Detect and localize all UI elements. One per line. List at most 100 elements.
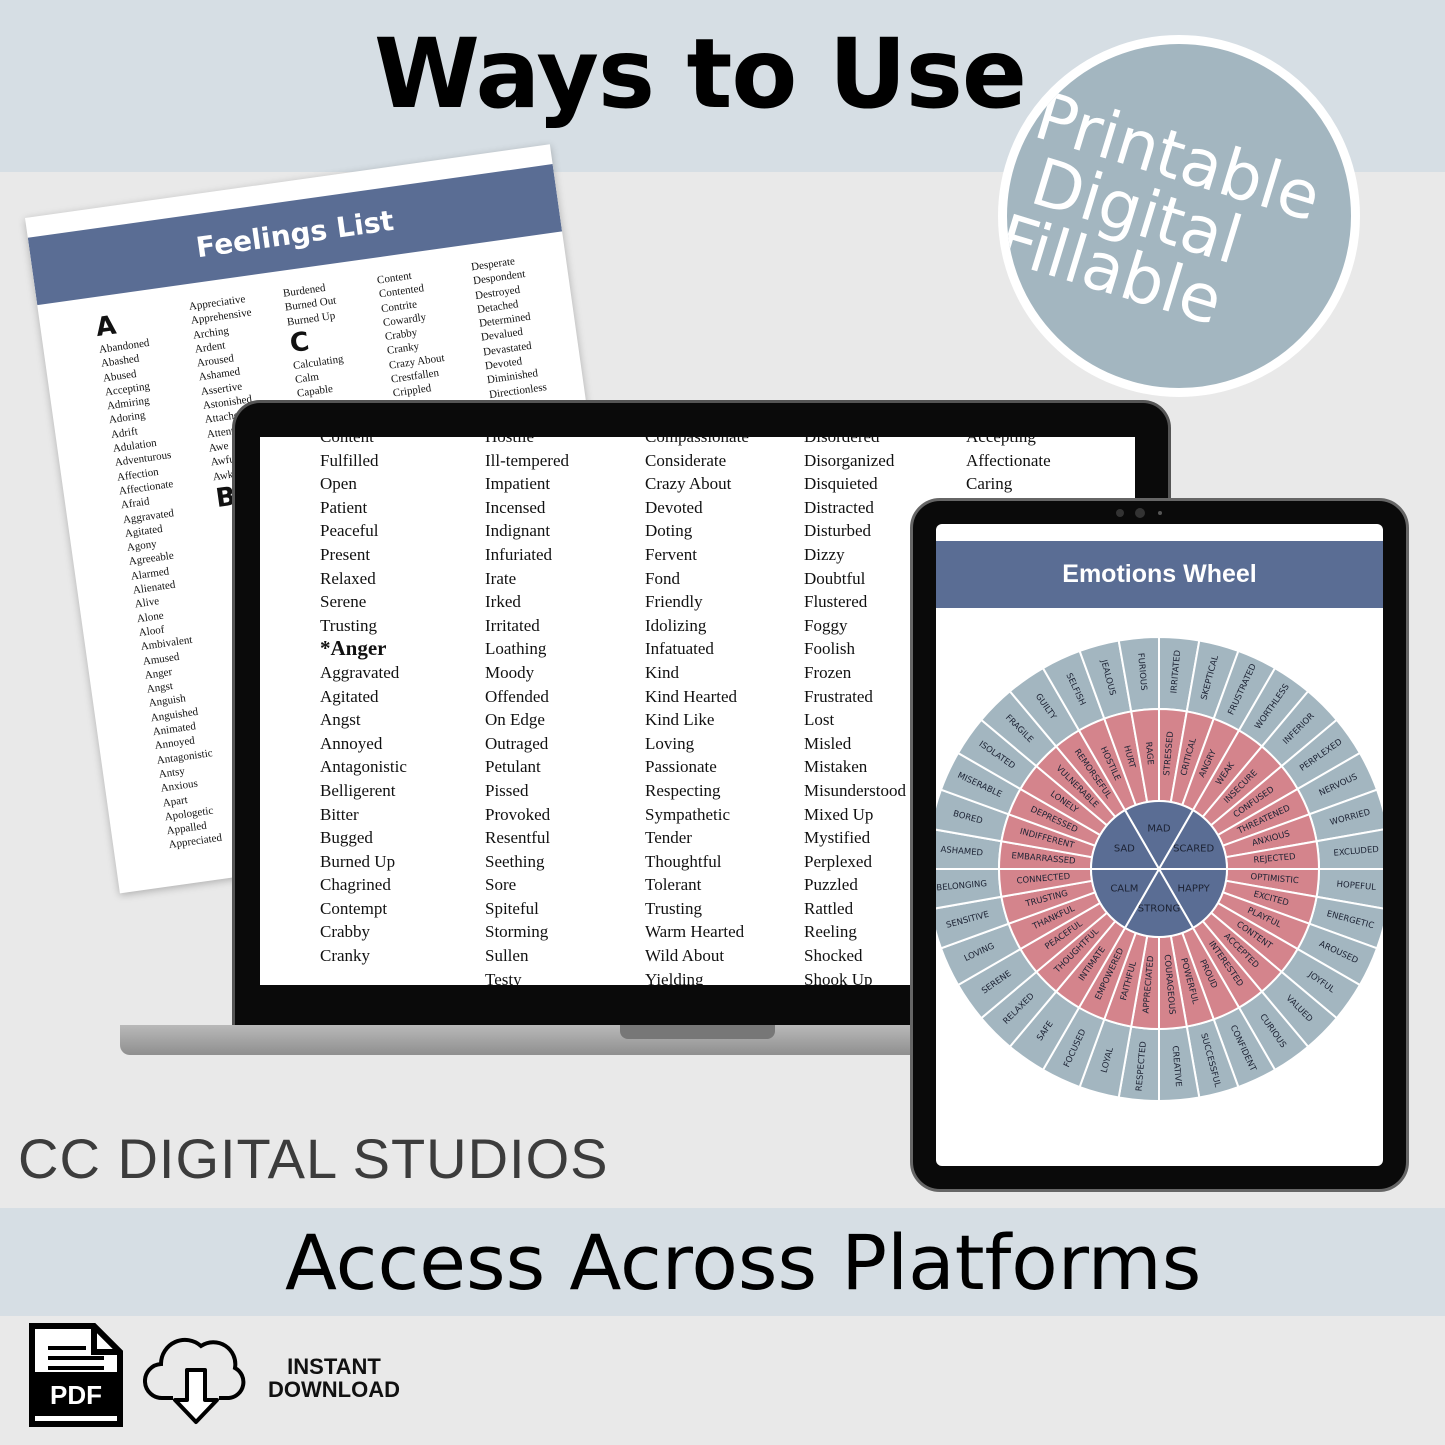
core-emotion-label: SCARED (1173, 844, 1214, 855)
feeling-word: Sore (485, 875, 517, 895)
feeling-word: Resentful (485, 828, 551, 848)
feeling-word: On Edge (485, 710, 545, 730)
feeling-word: Passionate (645, 757, 717, 777)
feeling-word: Irate (485, 568, 517, 588)
feeling-word: Fond (645, 568, 680, 588)
feeling-word: Crazy About (645, 474, 732, 494)
feeling-word: Trusting (320, 615, 378, 635)
feelings-column: ContentFulfilled Open Patient Peaceful Prese… (320, 437, 407, 968)
feeling-word: Seething (485, 851, 545, 871)
feelings-column: CompassionateConsiderate Crazy About Devot… (645, 437, 749, 985)
feeling-word: Infuriated (485, 544, 553, 564)
feeling-word: Sympathetic (645, 804, 730, 824)
feeling-word: Frustrated (804, 686, 873, 706)
feeling-word: Trusting (645, 898, 703, 918)
sensor-dot (1158, 511, 1162, 515)
feeling-word: Incensed (485, 497, 546, 517)
feeling-word: Hostile (485, 437, 569, 449)
feeling-word: Ill-tempered (485, 450, 570, 470)
feeling-word: Friendly (645, 592, 703, 612)
feeling-word: Spiteful (485, 898, 539, 918)
feeling-word: Infatuated (645, 639, 714, 659)
feeling-word: Kind (645, 662, 679, 682)
feeling-word: Patient (320, 497, 368, 517)
feeling-word: Angst (320, 710, 361, 730)
feeling-word: Irritated (485, 615, 540, 635)
laptop-base (120, 1025, 1020, 1055)
download-line: DOWNLOAD (268, 1377, 400, 1402)
feeling-word: Outraged (485, 733, 549, 753)
feeling-word: Annoyed (320, 733, 383, 753)
feeling-word: Pissed (485, 780, 529, 800)
feeling-word: Misunderstood (804, 780, 906, 800)
feeling-word: Impatient (485, 474, 551, 494)
feeling-word: Foggy (804, 615, 848, 635)
feeling-word: Offended (485, 686, 549, 706)
feeling-word: Bugged (320, 828, 373, 848)
feeling-word: Misled (804, 733, 852, 753)
brand-name: CC DIGITAL STUDIOS (18, 1127, 609, 1190)
feeling-word: Foolish (804, 639, 856, 659)
paper-column: Content Contented Contrite Cowardly Crabby Cr… (376, 266, 449, 401)
feeling-word: Shocked (804, 946, 863, 966)
feeling-word: Compassionate (645, 437, 749, 449)
feeling-word: Mystified (804, 828, 871, 848)
feeling-word: Considerate (645, 450, 727, 470)
feeling-word: Cranky (320, 946, 371, 966)
feeling-word: Doting (645, 521, 693, 541)
download-line: INSTANT (287, 1354, 381, 1379)
feeling-word: Disquieted (804, 474, 878, 494)
instant-download-label: INSTANT DOWNLOAD (268, 1355, 400, 1401)
feeling-word: Testy (485, 969, 522, 985)
feeling-word: Provoked (485, 804, 551, 824)
feeling-word: Tender (645, 828, 692, 848)
inner-emotion-label: RAGE (1143, 741, 1155, 765)
feeling-word: Bitter (320, 804, 359, 824)
feeling-word: Burned Up (320, 851, 396, 871)
feeling-word: Antagonistic (320, 757, 407, 777)
feeling-word: Chagrined (320, 875, 391, 895)
feeling-word: Puzzled (804, 875, 858, 895)
feeling-word: Lost (804, 710, 835, 730)
feeling-word: Contempt (320, 898, 388, 918)
feeling-word: Serene (320, 592, 367, 612)
tablet-screen: Emotions Wheel IRRITATED SKEPTICAL FRUSTRA… (936, 524, 1383, 1166)
feeling-word: Moody (485, 662, 535, 682)
cloud-download-icon (143, 1337, 246, 1424)
core-emotion-label: CALM (1110, 884, 1138, 895)
feeling-word: Agitated (320, 686, 379, 706)
feeling-word: Dizzy (804, 544, 845, 564)
paper-column: Desperate Despondent Destroyed Detached Dete… (470, 252, 547, 402)
feeling-word: Crabby (320, 922, 371, 942)
feeling-word: Caring (966, 474, 1013, 494)
feeling-word: Open (320, 474, 357, 494)
feeling-word: Irked (485, 592, 521, 612)
feeling-word: Loathing (485, 639, 547, 659)
feeling-word: Perplexed (804, 851, 872, 871)
banner-text: Access Across Platforms (285, 1218, 1202, 1307)
feeling-word: Respecting (645, 780, 721, 800)
feeling-word: Flustered (804, 592, 868, 612)
feeling-word: Thoughtful (645, 851, 722, 871)
feeling-word: Present (320, 544, 371, 564)
emotions-wheel: IRRITATED SKEPTICAL FRUSTRATEDWORTHLESSINF… (936, 635, 1383, 1103)
feeling-word: Tolerant (645, 875, 702, 895)
feeling-word: Idolizing (645, 615, 707, 635)
feeling-word: Warm Hearted (645, 922, 745, 942)
feeling-word: Frozen (804, 662, 852, 682)
feeling-word: Disorganized (804, 450, 895, 470)
feeling-word: Accepting (966, 437, 1051, 449)
camera-icon (1135, 508, 1145, 518)
paper-column: Burdened Burned Out Burned Up C Calculating C… (282, 280, 349, 402)
feelings-column: HostileIll-tempered Impatient Incensed Indi… (485, 437, 569, 985)
feeling-word: Devoted (645, 497, 703, 517)
tablet: Emotions Wheel IRRITATED SKEPTICAL FRUSTRA… (910, 498, 1409, 1192)
feeling-word: Disordered (804, 437, 906, 449)
core-emotion-label: SAD (1114, 844, 1135, 855)
category-heading: *Anger (320, 636, 387, 661)
feeling-word: Peaceful (320, 521, 379, 541)
core-emotion-label: STRONG (1138, 904, 1181, 915)
camera-dot (1116, 509, 1124, 517)
feeling-word: Content (320, 437, 407, 449)
feeling-word: Storming (485, 922, 549, 942)
